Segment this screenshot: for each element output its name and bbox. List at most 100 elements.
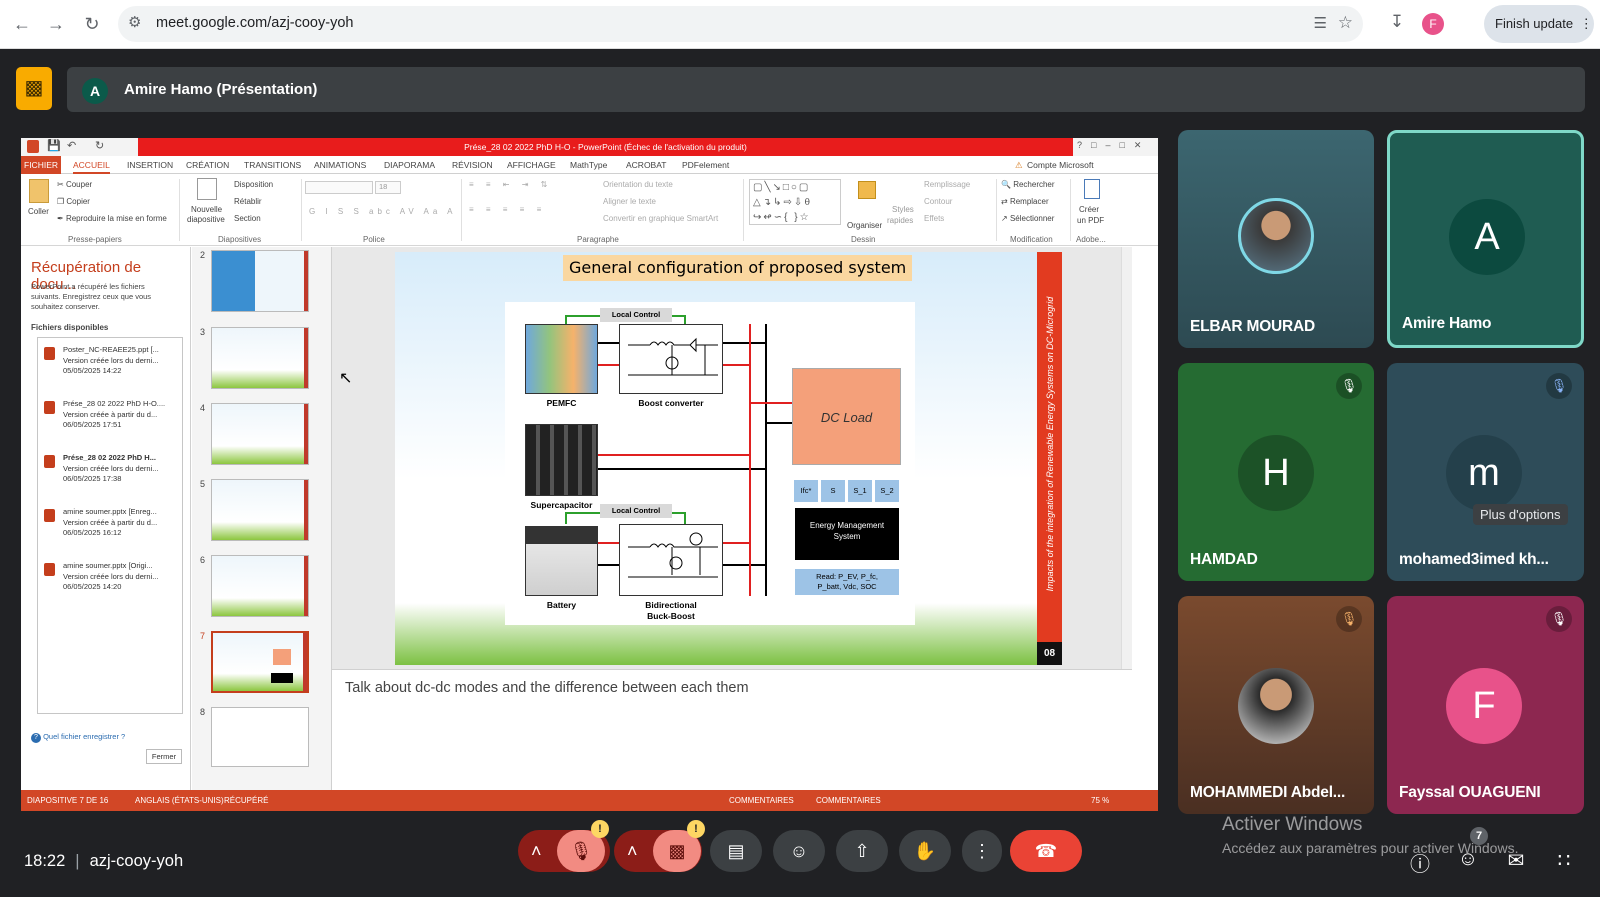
tab-affichage[interactable]: AFFICHAGE (507, 160, 556, 170)
align-buttons[interactable]: ≡ ≡ ≡ ≡ ≡ (469, 205, 546, 214)
tab-acrobat[interactable]: ACROBAT (626, 160, 666, 170)
effects-button[interactable]: Effets (924, 214, 944, 223)
tab-animations[interactable]: ANIMATIONS (314, 160, 366, 170)
undo-icon[interactable]: ↶ (67, 139, 76, 152)
site-settings-icon[interactable]: ⚙ (128, 13, 141, 31)
quick-styles-label2[interactable]: rapides (887, 216, 913, 225)
download-icon[interactable]: ↧ (1385, 12, 1409, 32)
finish-update-button[interactable]: Finish update ⋮ (1484, 5, 1594, 43)
people-icon[interactable]: ☺ (1454, 848, 1482, 874)
translate-icon[interactable]: ☰ (1314, 14, 1327, 32)
slide-thumbnail[interactable] (211, 707, 309, 767)
slide-thumbnail[interactable] (211, 250, 309, 312)
tab-diaporama[interactable]: DIAPORAMA (384, 160, 435, 170)
participant-tile[interactable]: 🎙 m Plus d'options mohamed3imed kh... (1387, 363, 1584, 581)
create-pdf-label2[interactable]: un PDF (1077, 216, 1104, 225)
profile-avatar[interactable]: F (1422, 13, 1444, 35)
chat-icon[interactable]: ✉ (1502, 848, 1530, 874)
quick-styles-label[interactable]: Styles (892, 205, 914, 214)
group-paragraph: Paragraphe (577, 235, 619, 244)
new-slide-label[interactable]: Nouvelle (191, 205, 222, 214)
format-painter-button[interactable]: ✒ Reproduire la mise en forme (57, 214, 167, 223)
copy-button[interactable]: ❐ Copier (57, 197, 90, 206)
tab-revision[interactable]: RÉVISION (452, 160, 493, 170)
section-button[interactable]: Section (234, 214, 261, 223)
back-icon[interactable]: ← (10, 12, 34, 36)
shapes-gallery[interactable]: ▢╲↘□○▢ △↴↳⇨⇩⍬ ↪↫∽{ }☆ (749, 179, 841, 225)
address-bar[interactable]: ⚙ meet.google.com/azj-cooy-yoh ☰ ☆ (118, 6, 1363, 42)
select-button[interactable]: ↗ Sélectionner (1001, 214, 1054, 223)
window-controls[interactable]: ?□–□✕ (1077, 140, 1150, 151)
activities-grid-icon[interactable]: ∷ (1550, 848, 1578, 874)
tab-mathtype[interactable]: MathType (570, 160, 607, 170)
font-size-field[interactable]: 18 (375, 181, 401, 194)
captions-button[interactable]: ▤ (710, 830, 762, 872)
paste-icon[interactable] (29, 179, 49, 203)
connector-line (598, 454, 750, 456)
slide-thumbnail-selected[interactable] (211, 631, 309, 693)
hang-up-icon: ☎ (1034, 841, 1058, 861)
speaker-notes[interactable]: Talk about dc-dc modes and the differenc… (332, 669, 1132, 790)
participant-tile[interactable]: 🎙 F Fayssal OUAGUENI (1387, 596, 1584, 814)
bookmark-star-icon[interactable]: ☆ (1338, 13, 1353, 33)
account-label[interactable]: Compte Microsoft (1027, 160, 1094, 170)
fill-button[interactable]: Remplissage (924, 180, 970, 189)
text-direction-button[interactable]: Orientation du texte (603, 180, 673, 189)
align-text-button[interactable]: Aligner le texte (603, 197, 656, 206)
find-button[interactable]: 🔍 Rechercher (1001, 180, 1055, 189)
reactions-button[interactable]: ☺ (773, 830, 825, 872)
more-options-button[interactable]: ⋮ (962, 830, 1002, 872)
help-link[interactable]: ? Quel fichier enregistrer ? (31, 732, 125, 743)
save-icon[interactable]: 💾 (47, 139, 61, 152)
paste-label[interactable]: Coller (28, 207, 49, 216)
slide-thumbnail[interactable] (211, 403, 309, 465)
forward-icon[interactable]: → (44, 12, 68, 36)
present-button[interactable]: ⇧ (836, 830, 888, 872)
reset-button[interactable]: Rétablir (234, 197, 262, 206)
tab-pdfelement[interactable]: PDFelement (682, 160, 729, 170)
close-recovery-button[interactable]: Fermer (146, 749, 182, 764)
font-name-field[interactable] (305, 181, 373, 194)
current-slide[interactable]: General configuration of proposed system… (395, 252, 1062, 665)
participant-photo (1238, 668, 1314, 744)
replace-button[interactable]: ⇄ Remplacer (1001, 197, 1049, 206)
meeting-info-icon[interactable]: ⓘ (1406, 848, 1434, 876)
new-slide-label2[interactable]: diapositive (187, 215, 225, 224)
smartart-button[interactable]: Convertir en graphique SmartArt (603, 214, 718, 223)
slide-thumbnail[interactable] (211, 555, 309, 617)
list-buttons[interactable]: ≡ ≡ ⇤ ⇥ ⇅ (469, 180, 552, 189)
status-notes-button[interactable]: COMMENTAIRES (729, 790, 794, 811)
reload-icon[interactable]: ↻ (80, 12, 104, 36)
slide-thumbnail[interactable] (211, 327, 309, 389)
cut-button[interactable]: ✂ Couper (57, 180, 92, 189)
create-pdf-icon[interactable] (1084, 179, 1100, 199)
tab-transitions[interactable]: TRANSITIONS (244, 160, 301, 170)
layout-button[interactable]: Disposition (234, 180, 273, 189)
tab-fichier[interactable]: FICHIER (21, 156, 61, 174)
outline-button[interactable]: Contour (924, 197, 952, 206)
new-slide-icon[interactable] (197, 178, 217, 200)
tab-creation[interactable]: CRÉATION (186, 160, 229, 170)
participant-tile[interactable]: ELBAR MOURAD (1178, 130, 1374, 348)
presentation-icon[interactable]: ▩ (16, 67, 52, 110)
participant-tile-speaking[interactable]: A Amire Hamo (1387, 130, 1584, 348)
arrange-label[interactable]: Organiser (847, 221, 882, 230)
arrange-icon[interactable] (858, 181, 876, 199)
status-language[interactable]: ANGLAIS (ÉTATS-UNIS) (135, 790, 224, 811)
status-zoom[interactable]: 75 % (1091, 790, 1109, 811)
leave-call-button[interactable]: ☎ (1010, 830, 1082, 872)
tab-insertion[interactable]: INSERTION (127, 160, 173, 170)
participant-tile[interactable]: 🎙 H HAMDAD (1178, 363, 1374, 581)
participant-tile[interactable]: 🎙 MOHAMMEDI Abdel... (1178, 596, 1374, 814)
create-pdf-label[interactable]: Créer (1079, 205, 1099, 214)
slide-thumbnail[interactable] (211, 479, 309, 541)
group-slides: Diapositives (218, 235, 262, 244)
redo-icon[interactable]: ↻ (95, 139, 104, 152)
raise-hand-button[interactable]: ✋ (899, 830, 951, 872)
ppt-status-bar: DIAPOSITIVE 7 DE 16 ANGLAIS (ÉTATS-UNIS)… (21, 790, 1158, 811)
tab-accueil[interactable]: ACCUEIL (73, 160, 110, 174)
vertical-scrollbar[interactable] (1121, 247, 1132, 669)
font-format-buttons[interactable]: G I S S abc AV Aa A (309, 207, 456, 216)
status-comments-button[interactable]: COMMENTAIRES (816, 790, 881, 811)
document-recovery-pane: Récupération de docu... PowerPoint a réc… (21, 247, 191, 790)
